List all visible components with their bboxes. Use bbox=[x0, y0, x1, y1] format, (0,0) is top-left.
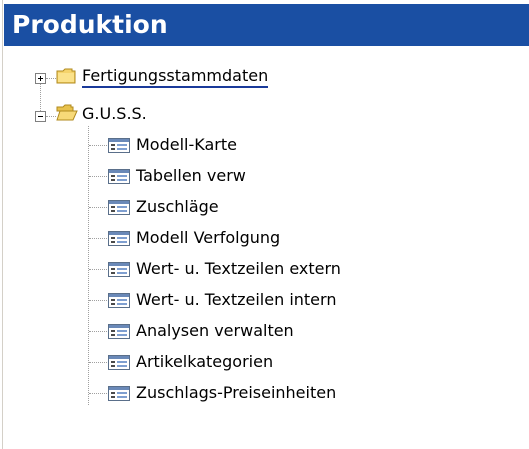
tree-item-guss[interactable]: G.U.S.S. bbox=[82, 104, 147, 124]
tree-line-child bbox=[89, 145, 107, 147]
tree-item-wert-u-textzeilen-extern[interactable]: Wert- u. Textzeilen extern bbox=[136, 259, 341, 279]
form-icon bbox=[108, 138, 130, 153]
tree-line-child bbox=[89, 331, 107, 333]
tree-line-child bbox=[89, 207, 107, 209]
tree-line-child bbox=[89, 238, 107, 240]
form-icon bbox=[108, 169, 130, 184]
tree-item-fertigungsstammdaten[interactable]: Fertigungsstammdaten bbox=[82, 66, 269, 88]
tree-line-node-1 bbox=[46, 116, 56, 118]
tree-item-modell-verfolgung[interactable]: Modell Verfolgung bbox=[136, 228, 280, 248]
form-icon bbox=[108, 293, 130, 308]
tree-item-analysen-verwalten[interactable]: Analysen verwalten bbox=[136, 321, 294, 341]
form-icon bbox=[108, 262, 130, 277]
tree-line-node-0 bbox=[46, 78, 56, 80]
tree-line-child bbox=[89, 269, 107, 271]
form-icon bbox=[108, 200, 130, 215]
tree-item-wert-u-textzeilen-intern[interactable]: Wert- u. Textzeilen intern bbox=[136, 290, 336, 310]
collapse-toggle-guss[interactable] bbox=[35, 111, 46, 122]
form-icon bbox=[108, 231, 130, 246]
folder-open-icon bbox=[56, 104, 78, 121]
tree-item-zuschlags-preiseinheiten[interactable]: Zuschlags-Preiseinheiten bbox=[136, 383, 336, 403]
tree-item-artikelkategorien[interactable]: Artikelkategorien bbox=[136, 352, 273, 372]
form-icon bbox=[108, 355, 130, 370]
folder-closed-icon bbox=[56, 68, 76, 84]
navigation-pane: Produktion Fertigungsstammdaten G.U.S.S.… bbox=[0, 0, 529, 449]
tree-item-tabellen-verw[interactable]: Tabellen verw bbox=[136, 166, 246, 186]
tree-line-child bbox=[89, 362, 107, 364]
tree-item-zuschläge[interactable]: Zuschläge bbox=[136, 197, 219, 217]
form-icon bbox=[108, 386, 130, 401]
tree-item-modell-karte[interactable]: Modell-Karte bbox=[136, 135, 237, 155]
tree-line-child bbox=[89, 176, 107, 178]
form-icon bbox=[108, 324, 130, 339]
menu-tree: Fertigungsstammdaten G.U.S.S. Modell-Kar… bbox=[0, 0, 529, 449]
tree-line-child bbox=[89, 300, 107, 302]
tree-line-child bbox=[89, 393, 107, 395]
expand-toggle-fertigungsstammdaten[interactable] bbox=[35, 73, 46, 84]
